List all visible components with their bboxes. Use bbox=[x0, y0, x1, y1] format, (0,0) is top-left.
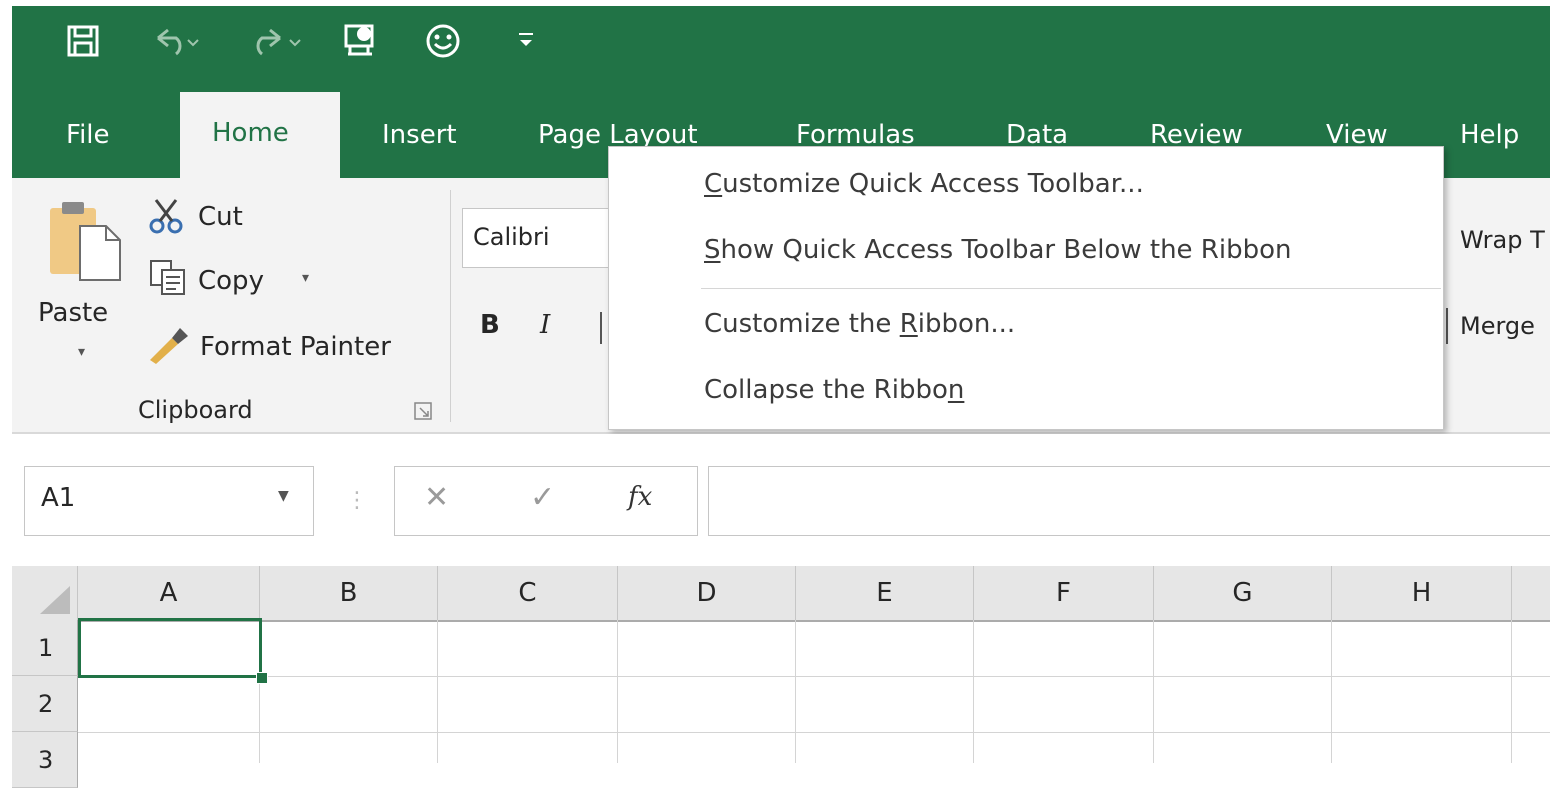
grid-line bbox=[78, 732, 1550, 733]
tab-insert[interactable]: Insert bbox=[382, 118, 457, 152]
name-box-dropdown-icon[interactable]: ▼ bbox=[278, 488, 289, 504]
paste-icon[interactable] bbox=[46, 196, 126, 286]
scissors-icon bbox=[148, 196, 188, 240]
column-header-a[interactable]: A bbox=[78, 566, 260, 620]
tab-file[interactable]: File bbox=[66, 118, 110, 152]
merge-divider bbox=[1446, 308, 1448, 344]
bold-button[interactable]: B bbox=[480, 310, 500, 340]
underline-button[interactable] bbox=[600, 312, 602, 344]
formula-input[interactable] bbox=[708, 466, 1550, 536]
name-box[interactable]: A1 bbox=[24, 466, 314, 536]
font-name-combobox[interactable]: Calibri bbox=[462, 208, 622, 268]
format-painter-button[interactable]: Format Painter bbox=[200, 332, 391, 362]
touch-mode-icon[interactable] bbox=[340, 20, 380, 66]
undo-icon[interactable] bbox=[150, 24, 200, 64]
paste-button[interactable]: Paste bbox=[38, 298, 108, 328]
row-header-2[interactable]: 2 bbox=[12, 676, 78, 732]
tab-help[interactable]: Help bbox=[1460, 118, 1519, 152]
wrap-text-button[interactable]: Wrap T bbox=[1460, 226, 1545, 254]
enter-icon[interactable]: ✓ bbox=[530, 480, 555, 515]
paste-dropdown-icon[interactable]: ▾ bbox=[78, 344, 85, 360]
grid-line bbox=[1153, 620, 1154, 763]
customize-qat-icon[interactable] bbox=[516, 28, 536, 58]
column-header-d[interactable]: D bbox=[618, 566, 796, 620]
format-painter-icon bbox=[146, 322, 192, 370]
menu-customize-qat[interactable]: Customize Quick Access Toolbar... bbox=[704, 169, 1144, 199]
qat-context-menu: Customize Quick Access Toolbar... Show Q… bbox=[608, 146, 1444, 430]
selected-cell-a1[interactable] bbox=[78, 618, 262, 678]
italic-button[interactable]: I bbox=[540, 310, 550, 340]
tab-home[interactable]: Home bbox=[180, 92, 340, 178]
copy-icon bbox=[148, 258, 188, 302]
menu-collapse-ribbon[interactable]: Collapse the Ribbon bbox=[704, 375, 964, 405]
column-header-h[interactable]: H bbox=[1332, 566, 1512, 620]
merge-center-button[interactable]: Merge bbox=[1460, 312, 1535, 340]
grid-line bbox=[437, 620, 438, 763]
select-all-button[interactable] bbox=[12, 566, 78, 620]
grid-line bbox=[973, 620, 974, 763]
column-header-g[interactable]: G bbox=[1154, 566, 1332, 620]
column-header-b[interactable]: B bbox=[260, 566, 438, 620]
save-icon[interactable] bbox=[66, 24, 100, 64]
grid-line bbox=[1331, 620, 1332, 763]
clipboard-group-label: Clipboard bbox=[138, 396, 253, 424]
copy-button[interactable]: Copy bbox=[198, 266, 264, 296]
menu-show-qat-below[interactable]: Show Quick Access Toolbar Below the Ribb… bbox=[704, 235, 1292, 265]
cut-button[interactable]: Cut bbox=[198, 202, 243, 232]
grid-line bbox=[795, 620, 796, 763]
title-bar bbox=[12, 6, 1550, 92]
column-header-f[interactable]: F bbox=[974, 566, 1154, 620]
grid-line bbox=[1511, 620, 1512, 763]
grid-line bbox=[78, 676, 1550, 677]
insert-function-icon[interactable]: fx bbox=[628, 482, 652, 512]
redo-icon[interactable] bbox=[246, 24, 306, 64]
formula-bar-grip-icon[interactable]: ⋮ bbox=[346, 488, 368, 513]
name-box-value: A1 bbox=[41, 483, 76, 513]
column-header-e[interactable]: E bbox=[796, 566, 974, 620]
copy-dropdown-icon[interactable]: ▾ bbox=[302, 270, 309, 286]
group-separator bbox=[450, 190, 451, 422]
dialog-launcher-icon[interactable] bbox=[414, 402, 432, 424]
cancel-icon[interactable]: ✕ bbox=[424, 480, 449, 515]
column-header-c[interactable]: C bbox=[438, 566, 618, 620]
menu-customize-ribbon[interactable]: Customize the Ribbon... bbox=[704, 309, 1015, 339]
row-header-1[interactable]: 1 bbox=[12, 620, 78, 676]
fill-handle[interactable] bbox=[256, 672, 268, 684]
feedback-smiley-icon[interactable] bbox=[424, 22, 462, 66]
row-header-3[interactable]: 3 bbox=[12, 732, 78, 788]
menu-separator bbox=[701, 288, 1441, 289]
grid-line bbox=[617, 620, 618, 763]
